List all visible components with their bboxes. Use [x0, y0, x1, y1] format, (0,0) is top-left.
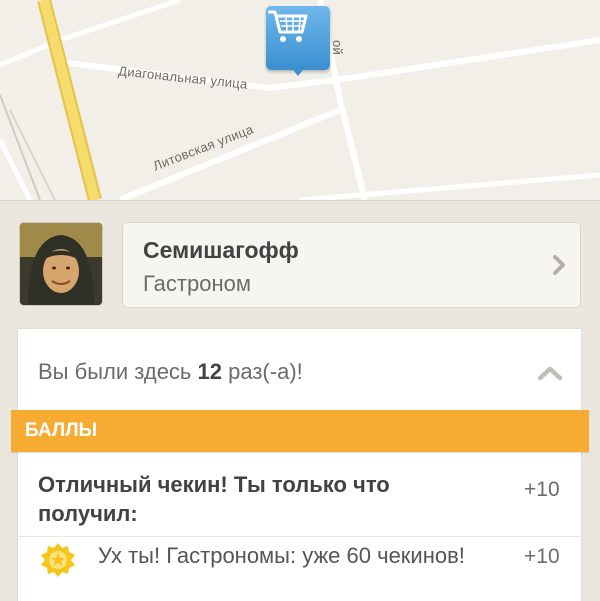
shopping-cart-icon — [268, 10, 308, 42]
street-label-partial: ой — [330, 39, 346, 56]
visit-count-text: Вы были здесь 12 раз(-а)! — [38, 359, 303, 385]
points-row-checkin-text: Отличный чекин! Ты только что получил: — [38, 472, 390, 526]
visits-prefix: Вы были здесь — [38, 359, 192, 384]
venue-name: Семишагофф — [143, 237, 299, 263]
points-row-badge-value: +10 — [524, 545, 560, 568]
points-row-checkin-value: +10 — [524, 478, 560, 501]
avatar[interactable] — [20, 223, 102, 305]
chevron-up-icon[interactable] — [537, 365, 563, 381]
row-divider — [18, 536, 581, 537]
chevron-right-icon — [553, 255, 565, 275]
visits-count: 12 — [197, 359, 222, 384]
venue-map-pin[interactable] — [266, 6, 330, 80]
venue-card[interactable]: Семишагофф Гастроном — [123, 223, 580, 307]
points-row-badge-text: Ух ты! Гастрономы: уже 60 чекинов! — [98, 543, 465, 568]
star-badge-icon — [41, 543, 75, 577]
venue-category: Гастроном — [143, 271, 251, 296]
map-view[interactable]: Диагональная улица Литовская улица ой — [0, 0, 600, 200]
user-photo — [20, 223, 102, 305]
points-header: БАЛЛЫ — [25, 420, 98, 441]
points-banner: БАЛЛЫ — [11, 410, 589, 452]
visits-suffix: раз(-а)! — [228, 359, 303, 384]
